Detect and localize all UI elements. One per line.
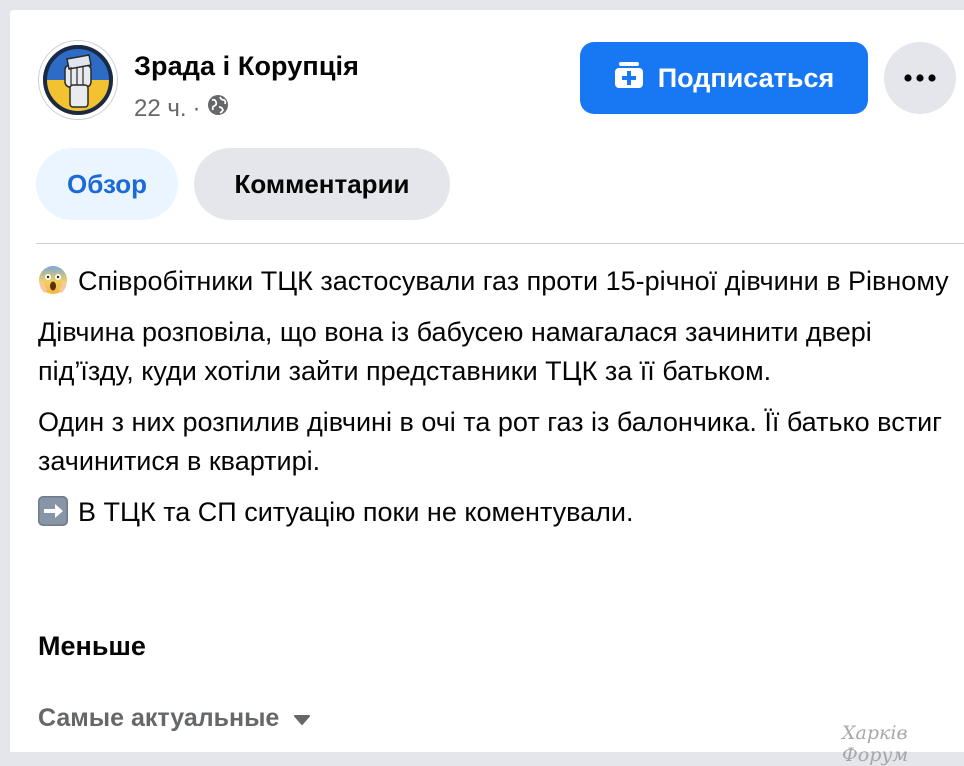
page-avatar[interactable] xyxy=(38,40,118,120)
post-paragraph: В ТЦК та СП ситуацію поки не коментували… xyxy=(38,493,958,532)
post-meta: 22 ч. · xyxy=(134,94,229,123)
caret-down-icon xyxy=(293,704,311,733)
sort-label: Самые актуальные xyxy=(38,704,280,732)
paragraph-text: Співробітники ТЦК застосували газ проти … xyxy=(78,266,949,296)
more-options-button[interactable] xyxy=(884,42,956,114)
add-to-feed-icon xyxy=(614,61,644,96)
globe-icon xyxy=(207,94,229,123)
post-paragraph: Співробітники ТЦК застосували газ проти … xyxy=(38,262,958,301)
more-dots-icon xyxy=(904,69,936,87)
see-less-link[interactable]: Меньше xyxy=(38,631,146,662)
screaming-face-emoji-icon xyxy=(38,265,68,295)
post-card: Зрада і Корупція 22 ч. · Подписаться Обз… xyxy=(10,10,964,766)
tab-overview[interactable]: Обзор xyxy=(36,148,178,220)
comment-sort-dropdown[interactable]: Самые актуальные xyxy=(38,704,311,733)
right-arrow-emoji-icon xyxy=(38,496,68,526)
tabs-divider xyxy=(36,243,964,244)
paragraph-text: В ТЦК та СП ситуацію поки не коментували… xyxy=(78,497,634,527)
page-name[interactable]: Зрада і Корупція xyxy=(134,51,359,82)
fist-avatar-icon xyxy=(43,45,113,115)
post-text: Співробітники ТЦК застосували газ проти … xyxy=(38,262,958,544)
watermark: Харків Форум xyxy=(842,722,909,766)
subscribe-button[interactable]: Подписаться xyxy=(580,42,868,114)
post-paragraph: Один з них розпилив дівчині в очі та рот… xyxy=(38,407,943,476)
post-time[interactable]: 22 ч. xyxy=(134,95,187,123)
meta-separator: · xyxy=(192,94,201,122)
tab-comments[interactable]: Комментарии xyxy=(194,148,450,220)
post-paragraph: Дівчина розповіла, що вона із бабусею на… xyxy=(38,317,872,386)
subscribe-label: Подписаться xyxy=(657,62,835,93)
